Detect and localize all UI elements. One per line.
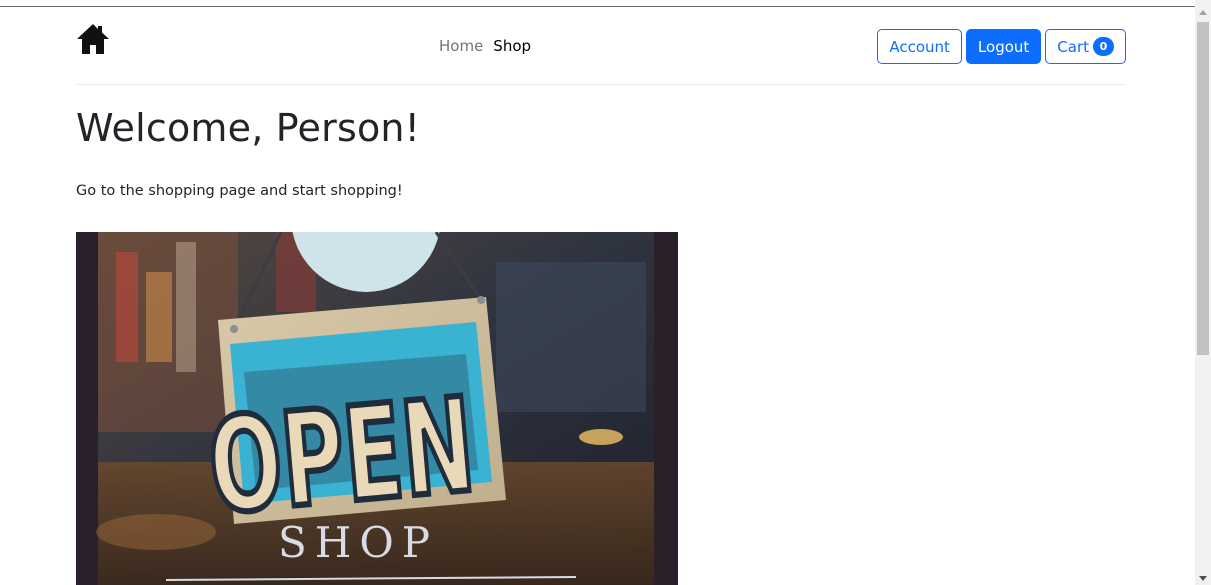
account-button[interactable]: Account [877, 29, 962, 64]
header-divider [76, 84, 1126, 85]
hero-image: OPEN SHOP [76, 232, 678, 585]
shop-window-text: SHOP [278, 518, 438, 567]
scrollbar-thumb[interactable] [1197, 22, 1209, 355]
vertical-scrollbar[interactable] [1195, 0, 1211, 585]
logout-button[interactable]: Logout [965, 29, 1042, 64]
nav-links: Home Shop [439, 37, 531, 55]
house-icon [77, 24, 109, 54]
cart-count-badge: 0 [1093, 37, 1114, 56]
scroll-down-arrow-icon[interactable] [1199, 576, 1207, 581]
open-sign-photo: OPEN SHOP [76, 232, 678, 585]
nav-buttons: Account Logout Cart 0 [877, 29, 1126, 64]
welcome-heading: Welcome, Person! [76, 106, 421, 150]
nav-link-shop[interactable]: Shop [493, 37, 531, 55]
open-sign-text: OPEN [203, 369, 480, 543]
cart-button[interactable]: Cart 0 [1045, 29, 1126, 64]
cart-button-label: Cart [1057, 37, 1089, 56]
home-logo-link[interactable] [76, 22, 110, 56]
page: Home Shop Account Logout Cart 0 Welcome,… [0, 0, 1195, 585]
scroll-up-arrow-icon[interactable] [1199, 10, 1207, 15]
intro-text: Go to the shopping page and start shoppi… [76, 183, 403, 199]
nav-link-home[interactable]: Home [439, 37, 483, 55]
navbar: Home Shop Account Logout Cart 0 [76, 20, 1126, 72]
